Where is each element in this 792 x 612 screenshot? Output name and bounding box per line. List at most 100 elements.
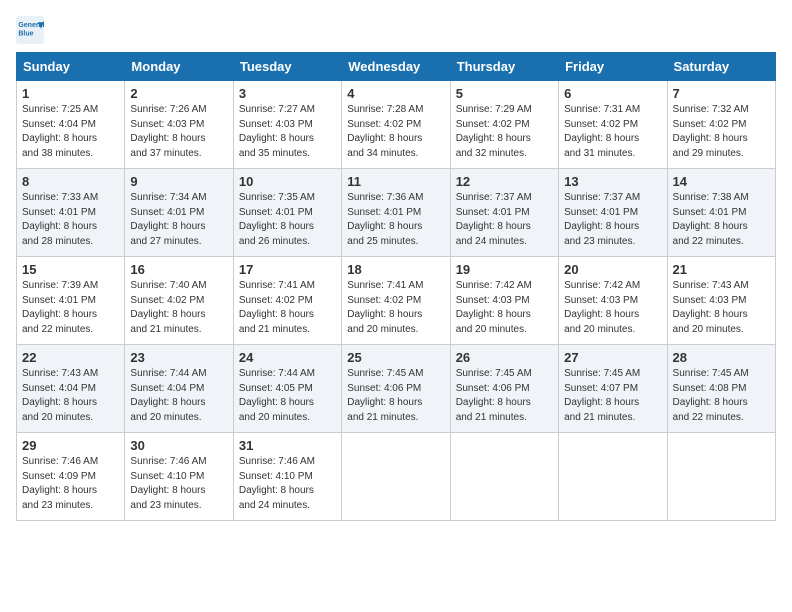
day-number: 9 [130, 174, 227, 189]
week-row-2: 8Sunrise: 7:33 AMSunset: 4:01 PMDaylight… [17, 169, 776, 257]
logo-icon: General Blue [16, 16, 44, 44]
header-sunday: Sunday [17, 53, 125, 81]
day-number: 12 [456, 174, 553, 189]
day-info: Sunrise: 7:42 AMSunset: 4:03 PMDaylight:… [456, 279, 553, 337]
day-number: 26 [456, 350, 553, 365]
calendar-cell: 15Sunrise: 7:39 AMSunset: 4:01 PMDayligh… [17, 257, 125, 345]
day-number: 24 [239, 350, 336, 365]
calendar-cell: 13Sunrise: 7:37 AMSunset: 4:01 PMDayligh… [559, 169, 667, 257]
day-info: Sunrise: 7:40 AMSunset: 4:02 PMDaylight:… [130, 279, 227, 337]
calendar-cell: 24 Sunrise: 7:44 AMSunset: 4:05 PMDayligh… [233, 345, 341, 433]
header-saturday: Saturday [667, 53, 775, 81]
day-number: 14 [673, 174, 770, 189]
day-number: 28 [673, 350, 770, 365]
calendar-cell: 26 Sunrise: 7:45 AMSunset: 4:06 PMDayligh… [450, 345, 558, 433]
day-info: Sunrise: 7:38 AMSunset: 4:01 PMDaylight:… [673, 191, 770, 249]
day-number: 4 [347, 86, 444, 101]
calendar-cell: 27Sunrise: 7:45 AMSunset: 4:07 PMDayligh… [559, 345, 667, 433]
day-number: 20 [564, 262, 661, 277]
calendar-cell: 2Sunrise: 7:26 AMSunset: 4:03 PMDaylight… [125, 81, 233, 169]
day-info: Sunrise: 7:41 AMSunset: 4:02 PMDaylight:… [347, 279, 444, 337]
calendar-cell: 22 Sunrise: 7:43 AMSunset: 4:04 PMDayligh… [17, 345, 125, 433]
header-wednesday: Wednesday [342, 53, 450, 81]
calendar-cell: 5 Sunrise: 7:29 AMSunset: 4:02 PMDaylight… [450, 81, 558, 169]
calendar-cell: 31 Sunrise: 7:46 AMSunset: 4:10 PMDayligh… [233, 433, 341, 521]
calendar-cell: 6 Sunrise: 7:31 AMSunset: 4:02 PMDaylight… [559, 81, 667, 169]
day-info: Sunrise: 7:28 AMSunset: 4:02 PMDaylight:… [347, 103, 444, 161]
calendar-cell [342, 433, 450, 521]
day-info: Sunrise: 7:33 AMSunset: 4:01 PMDaylight:… [22, 191, 119, 249]
day-number: 22 [22, 350, 119, 365]
day-info: Sunrise: 7:44 AMSunset: 4:05 PMDaylight:… [239, 367, 336, 425]
day-info: Sunrise: 7:37 AMSunset: 4:01 PMDaylight:… [456, 191, 553, 249]
calendar-cell: 19 Sunrise: 7:42 AMSunset: 4:03 PMDayligh… [450, 257, 558, 345]
calendar-cell: 28 Sunrise: 7:45 AMSunset: 4:08 PMDayligh… [667, 345, 775, 433]
calendar-cell [559, 433, 667, 521]
day-info: Sunrise: 7:43 AMSunset: 4:03 PMDaylight:… [673, 279, 770, 337]
day-number: 1 [22, 86, 119, 101]
calendar-cell: 20 Sunrise: 7:42 AMSunset: 4:03 PMDayligh… [559, 257, 667, 345]
day-number: 16 [130, 262, 227, 277]
day-number: 15 [22, 262, 119, 277]
calendar-cell: 12 Sunrise: 7:37 AMSunset: 4:01 PMDayligh… [450, 169, 558, 257]
day-number: 17 [239, 262, 336, 277]
calendar-cell: 17 Sunrise: 7:41 AMSunset: 4:02 PMDayligh… [233, 257, 341, 345]
day-info: Sunrise: 7:45 AMSunset: 4:06 PMDaylight:… [347, 367, 444, 425]
day-number: 25 [347, 350, 444, 365]
day-info: Sunrise: 7:45 AMSunset: 4:07 PMDaylight:… [564, 367, 661, 425]
calendar-cell: 23 Sunrise: 7:44 AMSunset: 4:04 PMDayligh… [125, 345, 233, 433]
calendar-cell [667, 433, 775, 521]
day-info: Sunrise: 7:41 AMSunset: 4:02 PMDaylight:… [239, 279, 336, 337]
calendar-cell: 11 Sunrise: 7:36 AMSunset: 4:01 PMDayligh… [342, 169, 450, 257]
day-number: 7 [673, 86, 770, 101]
calendar-cell: 4 Sunrise: 7:28 AMSunset: 4:02 PMDaylight… [342, 81, 450, 169]
calendar-cell [450, 433, 558, 521]
day-number: 10 [239, 174, 336, 189]
day-number: 31 [239, 438, 336, 453]
day-info: Sunrise: 7:31 AMSunset: 4:02 PMDaylight:… [564, 103, 661, 161]
week-row-1: 1 Sunrise: 7:25 AMSunset: 4:04 PMDaylight… [17, 81, 776, 169]
day-info: Sunrise: 7:46 AMSunset: 4:10 PMDaylight:… [239, 455, 336, 513]
day-number: 18 [347, 262, 444, 277]
day-number: 23 [130, 350, 227, 365]
day-info: Sunrise: 7:44 AMSunset: 4:04 PMDaylight:… [130, 367, 227, 425]
calendar-cell: 10 Sunrise: 7:35 AMSunset: 4:01 PMDayligh… [233, 169, 341, 257]
calendar-cell: 16 Sunrise: 7:40 AMSunset: 4:02 PMDayligh… [125, 257, 233, 345]
day-info: Sunrise: 7:43 AMSunset: 4:04 PMDaylight:… [22, 367, 119, 425]
calendar-cell: 1 Sunrise: 7:25 AMSunset: 4:04 PMDaylight… [17, 81, 125, 169]
day-number: 5 [456, 86, 553, 101]
day-number: 2 [130, 86, 227, 101]
calendar-cell: 8Sunrise: 7:33 AMSunset: 4:01 PMDaylight… [17, 169, 125, 257]
day-info: Sunrise: 7:46 AMSunset: 4:10 PMDaylight:… [130, 455, 227, 513]
day-number: 6 [564, 86, 661, 101]
calendar-cell: 29Sunrise: 7:46 AMSunset: 4:09 PMDayligh… [17, 433, 125, 521]
day-info: Sunrise: 7:32 AMSunset: 4:02 PMDaylight:… [673, 103, 770, 161]
header-tuesday: Tuesday [233, 53, 341, 81]
week-row-5: 29Sunrise: 7:46 AMSunset: 4:09 PMDayligh… [17, 433, 776, 521]
header-friday: Friday [559, 53, 667, 81]
day-info: Sunrise: 7:25 AMSunset: 4:04 PMDaylight:… [22, 103, 119, 161]
calendar-cell: 21 Sunrise: 7:43 AMSunset: 4:03 PMDayligh… [667, 257, 775, 345]
calendar-cell: 14 Sunrise: 7:38 AMSunset: 4:01 PMDayligh… [667, 169, 775, 257]
day-info: Sunrise: 7:29 AMSunset: 4:02 PMDaylight:… [456, 103, 553, 161]
day-number: 11 [347, 174, 444, 189]
day-info: Sunrise: 7:27 AMSunset: 4:03 PMDaylight:… [239, 103, 336, 161]
day-number: 21 [673, 262, 770, 277]
week-row-4: 22 Sunrise: 7:43 AMSunset: 4:04 PMDayligh… [17, 345, 776, 433]
calendar-cell: 25 Sunrise: 7:45 AMSunset: 4:06 PMDayligh… [342, 345, 450, 433]
day-info: Sunrise: 7:45 AMSunset: 4:06 PMDaylight:… [456, 367, 553, 425]
day-info: Sunrise: 7:34 AMSunset: 4:01 PMDaylight:… [130, 191, 227, 249]
day-info: Sunrise: 7:42 AMSunset: 4:03 PMDaylight:… [564, 279, 661, 337]
day-number: 29 [22, 438, 119, 453]
day-info: Sunrise: 7:45 AMSunset: 4:08 PMDaylight:… [673, 367, 770, 425]
logo: General Blue [16, 16, 46, 44]
svg-text:Blue: Blue [18, 30, 33, 37]
calendar-cell: 30Sunrise: 7:46 AMSunset: 4:10 PMDayligh… [125, 433, 233, 521]
header-row: Sunday Monday Tuesday Wednesday Thursday… [17, 53, 776, 81]
calendar-cell: 7 Sunrise: 7:32 AMSunset: 4:02 PMDaylight… [667, 81, 775, 169]
day-info: Sunrise: 7:37 AMSunset: 4:01 PMDaylight:… [564, 191, 661, 249]
header-thursday: Thursday [450, 53, 558, 81]
day-info: Sunrise: 7:36 AMSunset: 4:01 PMDaylight:… [347, 191, 444, 249]
day-number: 19 [456, 262, 553, 277]
day-info: Sunrise: 7:35 AMSunset: 4:01 PMDaylight:… [239, 191, 336, 249]
